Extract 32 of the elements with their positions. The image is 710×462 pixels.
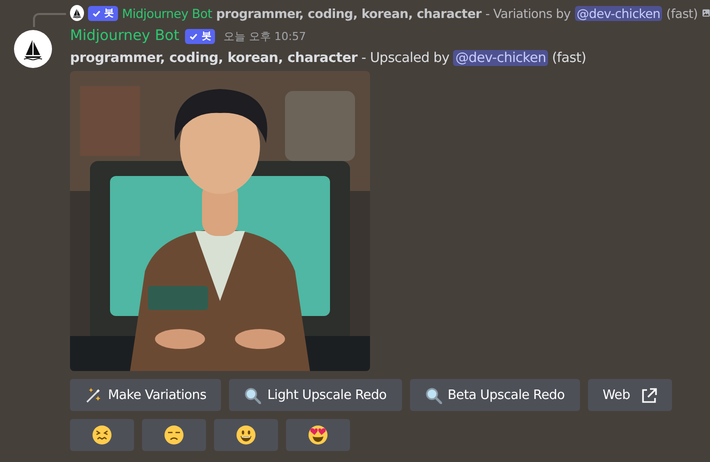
- confounded-face-icon: [92, 425, 112, 445]
- action-button[interactable]: Web: [588, 379, 672, 411]
- grinning-face-icon: [236, 425, 256, 445]
- action-button[interactable]: Make Variations: [70, 379, 222, 411]
- action-button[interactable]: Beta Upscale Redo: [410, 379, 580, 411]
- bot-badge: 봇: [185, 28, 216, 44]
- message-prompt: programmer, coding, korean, character: [70, 50, 358, 66]
- speed-text: (fast): [666, 6, 698, 20]
- emoji-button[interactable]: [286, 419, 350, 451]
- emoji-button[interactable]: [142, 419, 206, 451]
- heart-eyes-face-icon: [308, 425, 328, 445]
- user-mention[interactable]: @dev-chicken: [574, 6, 662, 20]
- external-link-icon: [640, 386, 658, 404]
- reply-text: - Variations by: [485, 6, 571, 20]
- speed-text: (fast): [552, 50, 586, 66]
- emoji-button[interactable]: [70, 419, 134, 451]
- wand-icon: [85, 386, 102, 404]
- magnifier-icon: [424, 386, 442, 404]
- bot-avatar: [14, 30, 52, 68]
- reply-prompt: programmer, coding, korean, character: [216, 6, 482, 20]
- emoji-button[interactable]: [214, 419, 278, 451]
- user-mention[interactable]: @dev-chicken: [453, 50, 548, 66]
- reply-connector: [33, 13, 66, 27]
- action-button[interactable]: Light Upscale Redo: [229, 379, 402, 411]
- magnifier-icon: [244, 386, 262, 404]
- author-name[interactable]: Midjourney Bot: [70, 28, 180, 44]
- message-text: - Upscaled by: [361, 50, 450, 66]
- timestamp: 오늘 오후 10:57: [223, 28, 306, 44]
- unamused-face-icon: [164, 425, 184, 445]
- author-name[interactable]: Midjourney Bot: [122, 6, 212, 20]
- bot-badge: 봇: [88, 6, 118, 20]
- bot-avatar: [70, 5, 84, 21]
